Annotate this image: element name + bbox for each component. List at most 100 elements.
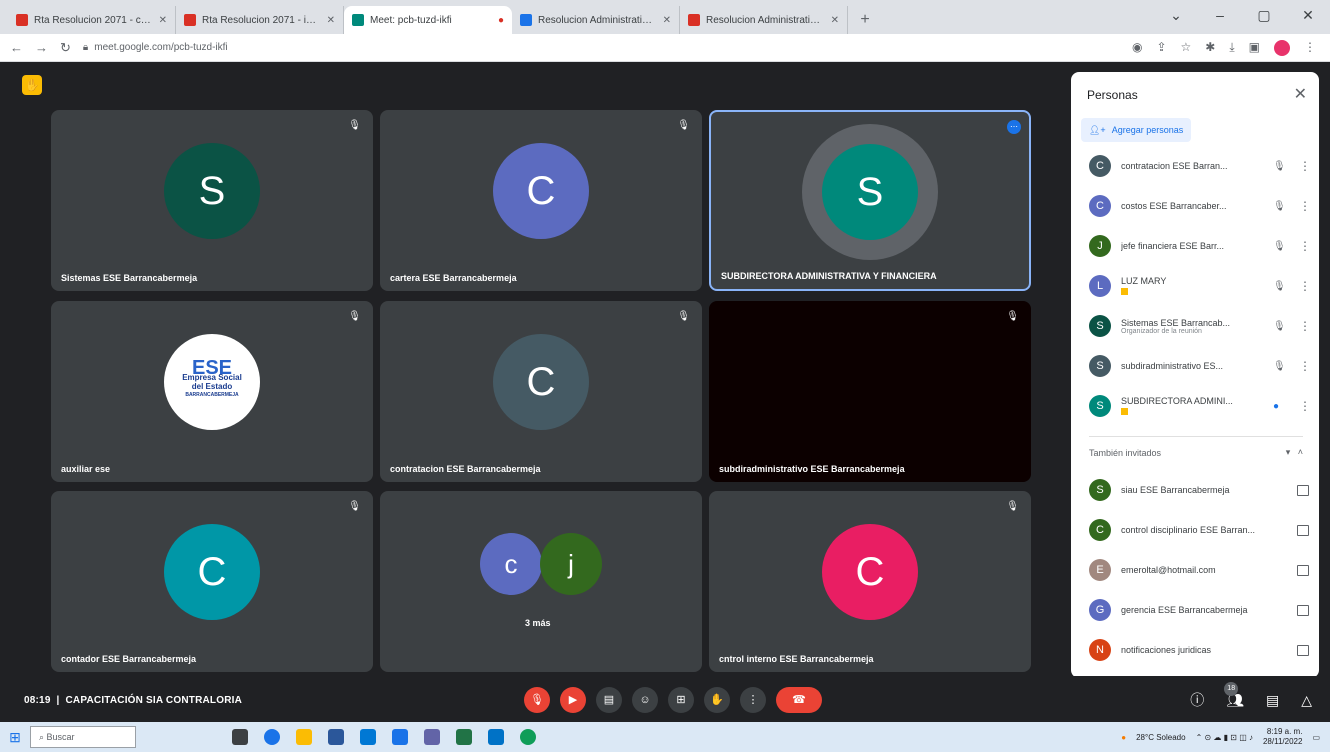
info-icon[interactable]: ⓘ (1190, 690, 1204, 710)
add-people-button[interactable]: 👤︎+ Agregar personas (1081, 118, 1192, 142)
logo-text-line1: Empresa Social (182, 373, 242, 383)
participant-row[interactable]: C costos ESE Barrancaber... 🎙︎ ⋮ (1089, 188, 1311, 224)
camera-icon[interactable]: ◉ (1132, 40, 1142, 56)
more-options-button[interactable]: ⋮ (740, 687, 766, 713)
windows-start-icon[interactable]: ⊞ (0, 729, 30, 746)
browser-tab[interactable]: Rta Resolucion 2071 - contratacion ✕ (8, 6, 176, 34)
participant-row[interactable]: S Sistemas ESE Barrancab... Organizador d… (1089, 308, 1311, 344)
browser-tab[interactable]: Resolucion Administrativa No 0 ✕ (680, 6, 848, 34)
reactions-button[interactable]: ☺ (632, 687, 658, 713)
participant-row[interactable]: S subdiradministrativo ES... 🎙︎ ⋮ (1089, 348, 1311, 384)
minimize-button[interactable]: – (1198, 0, 1242, 30)
profile-avatar[interactable] (1274, 40, 1290, 56)
mic-off-icon: 🎙︎ (1006, 311, 1019, 322)
app-icon[interactable] (392, 729, 408, 745)
chat-icon[interactable] (1297, 604, 1309, 616)
participant-row[interactable]: C contratacion ESE Barran... 🎙︎ ⋮ (1089, 148, 1311, 184)
participant-name-wrap: Sistemas ESE Barrancab... Organizador de … (1121, 318, 1263, 335)
participant-tile[interactable]: C 🎙︎ cartera ESE Barrancabermeja (380, 110, 702, 291)
chevron-up-icon[interactable]: ▾ ˄ (1286, 447, 1303, 458)
file-explorer-icon[interactable] (296, 729, 312, 745)
participant-name: cntrol interno ESE Barrancabermeja (719, 654, 874, 664)
forward-icon[interactable]: → (35, 40, 48, 55)
invited-row[interactable]: C control disciplinario ESE Barran... (1089, 512, 1309, 548)
participant-row[interactable]: J jefe financiera ESE Barr... 🎙︎ ⋮ (1089, 228, 1311, 264)
close-tab-icon[interactable]: ✕ (159, 15, 167, 26)
close-window-button[interactable]: ✕ (1286, 0, 1330, 30)
captions-button[interactable]: ▤ (596, 687, 622, 713)
participant-tile[interactable]: C 🎙︎ contador ESE Barrancabermeja (51, 491, 373, 672)
reload-icon[interactable]: ↻ (60, 40, 71, 56)
edge-icon[interactable] (520, 729, 536, 745)
browser-tab[interactable]: Resolucion Administrativa No 0 ✕ (512, 6, 680, 34)
task-view-icon[interactable] (232, 729, 248, 745)
back-icon[interactable]: ← (10, 40, 23, 55)
more-options-icon[interactable]: ⋮ (1299, 199, 1311, 213)
excel-icon[interactable] (456, 729, 472, 745)
tab-search-icon[interactable]: ⌄ (1154, 0, 1198, 30)
mic-off-icon: 🎙︎ (1273, 200, 1286, 212)
close-tab-icon[interactable]: ✕ (327, 15, 335, 26)
participant-name: LUZ MARY (1121, 275, 1167, 286)
participant-tile[interactable]: C 🎙︎ contratacion ESE Barrancabermeja (380, 301, 702, 482)
participant-tile[interactable]: C 🎙︎ cntrol interno ESE Barrancabermeja (709, 491, 1031, 672)
more-options-icon[interactable]: ⋮ (1299, 359, 1311, 373)
close-panel-button[interactable]: ✕ (1294, 84, 1307, 104)
word-icon[interactable] (328, 729, 344, 745)
leave-call-button[interactable]: ☎ (776, 687, 822, 713)
participant-row[interactable]: L LUZ MARY 🎙︎ ⋮ (1089, 268, 1311, 304)
outlook-icon[interactable] (488, 729, 504, 745)
participant-tile-video[interactable]: 🎙︎ subdiradministrativo ESE Barrancaberm… (709, 301, 1031, 482)
more-participants-tile[interactable]: c j 3 más (380, 491, 702, 672)
chat-icon[interactable] (1297, 524, 1309, 536)
more-options-icon[interactable]: ⋮ (1299, 399, 1311, 413)
chat-icon[interactable] (1297, 644, 1309, 656)
invited-row[interactable]: G gerencia ESE Barrancabermeja (1089, 592, 1309, 628)
share-icon[interactable]: ⇪ (1156, 40, 1166, 56)
chat-button[interactable]: ▤ (1266, 692, 1279, 709)
chat-icon[interactable] (1297, 484, 1309, 496)
also-invited-header[interactable]: También invitados ▾ ˄ (1089, 436, 1303, 458)
more-options-icon[interactable]: ⋮ (1299, 319, 1311, 333)
people-button[interactable]: 18 👥︎ (1224, 681, 1244, 709)
chat-icon[interactable] (1297, 564, 1309, 576)
participant-tile-speaking[interactable]: S ⋯ SUBDIRECTORA ADMINISTRATIVA Y FINANC… (709, 110, 1031, 291)
extensions-icon[interactable]: ✱ (1205, 40, 1215, 56)
participant-name: subdiradministrativo ES... (1121, 361, 1224, 371)
browser-tab[interactable]: Rta Resolucion 2071 - infraestructura ✕ (176, 6, 344, 34)
clock[interactable]: 8:19 a. m. 28/11/2022 (1263, 727, 1302, 747)
download-icon[interactable]: ⤓ (1229, 40, 1234, 56)
invited-name: control disciplinario ESE Barran... (1121, 525, 1256, 535)
bookmark-star-icon[interactable]: ☆ (1181, 40, 1192, 56)
raise-hand-button[interactable]: ✋ (704, 687, 730, 713)
ese-logo: ESE Empresa Social del Estado BARRANCABE… (164, 334, 260, 431)
close-tab-icon[interactable]: ✕ (831, 15, 839, 26)
mail-icon[interactable] (360, 729, 376, 745)
menu-icon[interactable]: ⋮ (1304, 40, 1316, 56)
url-field[interactable]: 🔒︎ meet.google.com/pcb-tuzd-ikfi (83, 42, 228, 53)
invited-row[interactable]: N notificaciones juridicas (1089, 632, 1309, 668)
new-tab-button[interactable]: + (854, 9, 876, 31)
sidebar-icon[interactable]: ▣ (1249, 40, 1260, 56)
teams-icon[interactable] (424, 729, 440, 745)
browser-tab-active[interactable]: Meet: pcb-tuzd-ikfi ● (344, 6, 512, 34)
participant-row[interactable]: S SUBDIRECTORA ADMINI... ● ⋮ (1089, 388, 1311, 424)
maximize-button[interactable]: ▢ (1242, 0, 1286, 30)
tray-icons[interactable]: ⌃ ⊙ ☁ ▮ ⊡ ◫ ♪ (1196, 733, 1253, 742)
weather-text[interactable]: 28°C Soleado (1136, 733, 1185, 742)
more-options-icon[interactable]: ⋮ (1299, 159, 1311, 173)
close-tab-icon[interactable]: ✕ (663, 15, 671, 26)
taskbar-search[interactable]: ⌕ Buscar (30, 726, 136, 748)
invited-row[interactable]: E emeroltal@hotmail.com (1089, 552, 1309, 588)
chrome-icon[interactable] (264, 729, 280, 745)
participant-tile[interactable]: S 🎙︎ Sistemas ESE Barrancabermeja (51, 110, 373, 291)
more-options-icon[interactable]: ⋮ (1299, 239, 1311, 253)
camera-toggle-button[interactable]: ▶ (560, 687, 586, 713)
participant-tile[interactable]: ESE Empresa Social del Estado BARRANCABE… (51, 301, 373, 482)
activities-button[interactable]: △ (1301, 692, 1312, 709)
invited-row[interactable]: S siau ESE Barrancabermeja (1089, 472, 1309, 508)
more-options-icon[interactable]: ⋮ (1299, 279, 1311, 293)
present-button[interactable]: ⊞ (668, 687, 694, 713)
mic-toggle-button[interactable]: 🎙︎ (524, 687, 550, 713)
notifications-icon[interactable]: ▭ (1312, 733, 1320, 742)
